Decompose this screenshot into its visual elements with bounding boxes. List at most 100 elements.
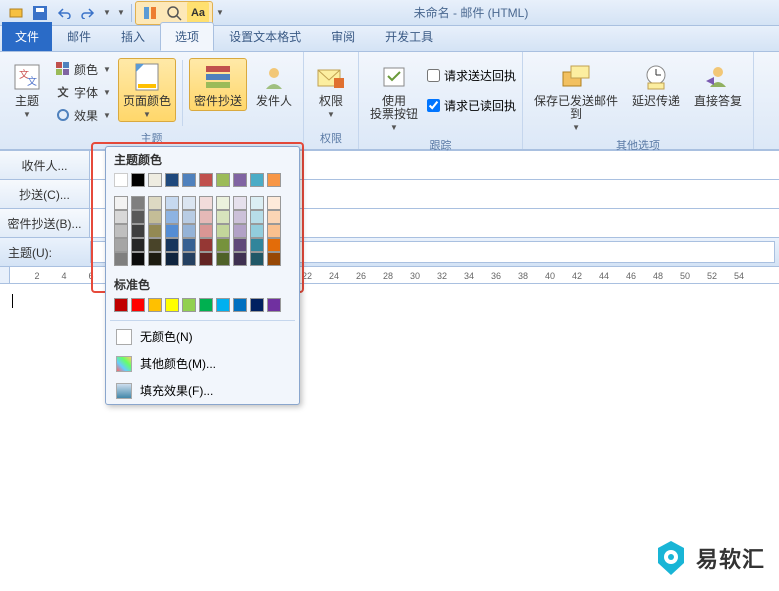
color-swatch[interactable] [233,252,247,266]
to-button[interactable]: 收件人... [0,151,90,179]
color-swatch[interactable] [216,173,230,187]
fill-effects-item[interactable]: 填充效果(F)... [106,377,299,404]
color-swatch[interactable] [267,238,281,252]
color-swatch[interactable] [250,298,264,312]
save-sent-button[interactable]: 保存已发送邮件 到 ▼ [529,58,623,135]
color-swatch[interactable] [216,196,230,210]
color-swatch[interactable] [233,224,247,238]
color-swatch[interactable] [182,173,196,187]
tab-dev[interactable]: 开发工具 [370,22,448,51]
color-swatch[interactable] [233,173,247,187]
color-swatch[interactable] [267,196,281,210]
color-swatch[interactable] [199,252,213,266]
redo-icon[interactable] [77,2,99,24]
delivery-receipt-checkbox[interactable]: 请求送达回执 [427,64,516,86]
color-swatch[interactable] [199,173,213,187]
color-swatch[interactable] [199,298,213,312]
zoom-icon[interactable] [163,2,185,24]
cc-button[interactable]: 抄送(C)... [0,180,90,208]
voting-button[interactable]: 使用 投票按钮 ▼ [365,58,423,135]
color-swatch[interactable] [165,238,179,252]
color-swatch[interactable] [182,224,196,238]
color-swatch[interactable] [114,173,128,187]
color-swatch[interactable] [250,210,264,224]
color-swatch[interactable] [182,252,196,266]
qat-dropdown-1[interactable]: ▼ [101,2,113,24]
direct-reply-button[interactable]: 直接答复 [689,58,747,111]
permission-button[interactable]: 权限 ▼ [310,58,352,122]
color-swatch[interactable] [216,224,230,238]
color-swatch[interactable] [165,298,179,312]
color-swatch[interactable] [148,252,162,266]
color-swatch[interactable] [114,196,128,210]
color-swatch[interactable] [216,298,230,312]
qat-dropdown-2[interactable]: ▼ [115,2,127,24]
color-swatch[interactable] [148,224,162,238]
tab-review[interactable]: 审阅 [316,22,370,51]
property-icon[interactable] [139,2,161,24]
color-swatch[interactable] [165,196,179,210]
color-swatch[interactable] [216,210,230,224]
no-color-item[interactable]: 无颜色(N) [106,323,299,350]
colors-button[interactable]: 颜色▼ [52,58,114,80]
from-button[interactable]: 发件人 [251,58,297,111]
color-swatch[interactable] [131,252,145,266]
color-swatch[interactable] [267,210,281,224]
color-swatch[interactable] [148,298,162,312]
more-colors-item[interactable]: 其他颜色(M)... [106,350,299,377]
color-swatch[interactable] [199,224,213,238]
color-swatch[interactable] [131,173,145,187]
color-swatch[interactable] [267,298,281,312]
color-swatch[interactable] [114,224,128,238]
bcc-button[interactable]: 密件抄送 [189,58,247,111]
color-swatch[interactable] [267,252,281,266]
color-swatch[interactable] [267,224,281,238]
save-icon[interactable] [29,2,51,24]
color-swatch[interactable] [182,238,196,252]
color-swatch[interactable] [233,298,247,312]
color-swatch[interactable] [233,210,247,224]
color-swatch[interactable] [165,224,179,238]
color-swatch[interactable] [216,252,230,266]
themes-button[interactable]: 文文 主题 ▼ [6,58,48,122]
color-swatch[interactable] [165,210,179,224]
tab-options[interactable]: 选项 [160,22,214,51]
color-swatch[interactable] [199,238,213,252]
color-swatch[interactable] [148,196,162,210]
font-highlight-icon[interactable]: Aa [187,2,209,24]
delay-delivery-button[interactable]: 延迟传递 [627,58,685,111]
undo-icon[interactable] [53,2,75,24]
color-swatch[interactable] [131,298,145,312]
effects-button[interactable]: 效果▼ [52,104,114,126]
color-swatch[interactable] [267,173,281,187]
qat-app-icon[interactable] [5,2,27,24]
tab-insert[interactable]: 插入 [106,22,160,51]
color-swatch[interactable] [199,196,213,210]
color-swatch[interactable] [131,224,145,238]
color-swatch[interactable] [114,252,128,266]
color-swatch[interactable] [233,238,247,252]
color-swatch[interactable] [182,210,196,224]
color-swatch[interactable] [182,298,196,312]
color-swatch[interactable] [114,298,128,312]
color-swatch[interactable] [165,252,179,266]
qat-customize-arrow[interactable]: ▼ [214,2,226,24]
color-swatch[interactable] [148,210,162,224]
color-swatch[interactable] [165,173,179,187]
fonts-button[interactable]: 文字体▼ [52,81,114,103]
color-swatch[interactable] [250,252,264,266]
color-swatch[interactable] [250,196,264,210]
color-swatch[interactable] [250,238,264,252]
tab-mail[interactable]: 邮件 [52,22,106,51]
color-swatch[interactable] [250,224,264,238]
color-swatch[interactable] [148,173,162,187]
color-swatch[interactable] [131,210,145,224]
color-swatch[interactable] [250,173,264,187]
color-swatch[interactable] [199,210,213,224]
color-swatch[interactable] [216,238,230,252]
color-swatch[interactable] [131,196,145,210]
color-swatch[interactable] [114,238,128,252]
color-swatch[interactable] [182,196,196,210]
color-swatch[interactable] [233,196,247,210]
tab-format[interactable]: 设置文本格式 [214,22,316,51]
